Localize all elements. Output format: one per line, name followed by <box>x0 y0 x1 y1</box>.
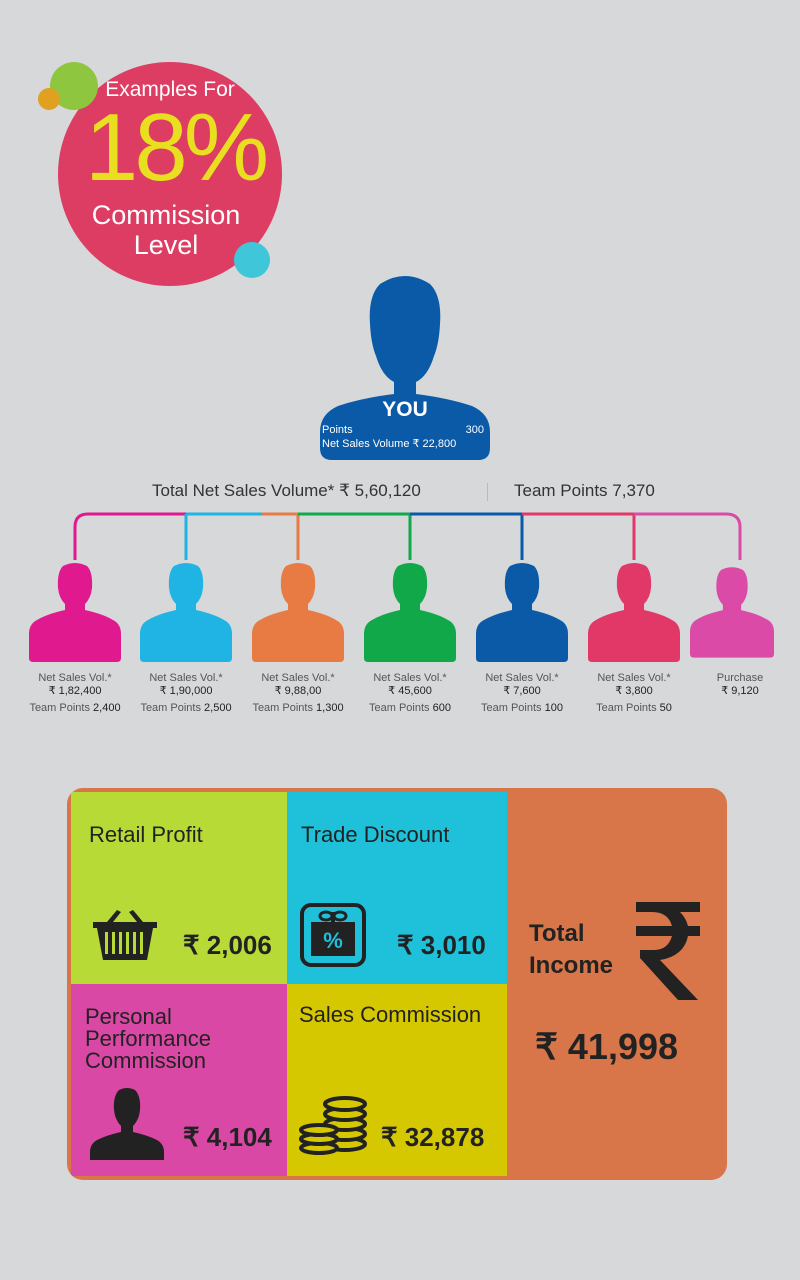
divider <box>487 483 488 501</box>
member-sales-label: Net Sales Vol.* <box>261 672 335 684</box>
personal-commission-card: Personal Performance Commission ₹ 4,104 <box>71 984 287 1176</box>
member-person-icon <box>140 563 232 662</box>
badge-line-level: Level <box>133 230 199 260</box>
coins-icon <box>299 1096 367 1155</box>
member-sales-label: Net Sales Vol.* <box>38 672 112 684</box>
member-team-points: Team Points 50 <box>578 702 690 714</box>
personal-commission-title: Personal Performance Commission <box>85 1004 211 1073</box>
member-sales-value: ₹ 9,88,00 <box>274 685 322 697</box>
member-team-points-value: 2,500 <box>204 702 232 714</box>
member-sales-label: Net Sales Vol.* <box>373 672 447 684</box>
member-team-points: Team Points 100 <box>466 702 578 714</box>
member-team-points-label: Team Points <box>369 702 430 714</box>
rupee-icon <box>636 902 700 1000</box>
member-person-icon <box>588 563 680 662</box>
retail-profit-amount: ₹ 2,006 <box>183 930 272 960</box>
badge-percent: 18% <box>84 94 269 201</box>
member-sales-label: Net Sales Vol.* <box>149 672 223 684</box>
member-team-points: Team Points 1,300 <box>242 702 354 714</box>
member-sales-label: Net Sales Vol.* <box>597 672 671 684</box>
discount-gift-icon: % <box>300 903 366 967</box>
member-person-icon <box>476 563 568 662</box>
member-team-points-label: Team Points <box>596 702 657 714</box>
person-icon <box>90 1088 164 1160</box>
member-sales-label: Purchase <box>716 672 764 684</box>
total-net-sales: Total Net Sales Volume* ₹ 5,60,120 <box>152 481 421 500</box>
badge-line-commission: Commission <box>91 200 241 230</box>
sales-commission-amount: ₹ 32,878 <box>381 1122 485 1152</box>
sales-commission-card: Sales Commission ₹ 32,878 <box>287 984 507 1176</box>
team-connector-lines <box>73 512 742 560</box>
member-person-icon <box>29 563 121 662</box>
member-sales-value: ₹ 1,82,400 <box>48 685 102 697</box>
member-team-points-label: Team Points <box>29 702 90 714</box>
total-income-title: Total Income <box>529 920 614 979</box>
member-sales-value: ₹ 45,600 <box>388 685 432 697</box>
member-team-points: Team Points 2,400 <box>19 702 131 714</box>
retail-profit-card: Retail Profit ₹ 2,006 <box>71 792 287 984</box>
member-team-points-value: 600 <box>432 702 451 714</box>
member-team-points-value: 50 <box>659 702 672 714</box>
trade-discount-title: Trade Discount <box>301 822 450 847</box>
personal-commission-amount: ₹ 4,104 <box>183 1122 272 1152</box>
member-sales-value: ₹ 3,800 <box>615 685 653 697</box>
member-team-points: Team Points 600 <box>354 702 466 714</box>
sales-commission-title: Sales Commission <box>299 1002 482 1027</box>
member-person-icon <box>690 567 774 658</box>
member-team-points: Team Points 2,500 <box>130 702 242 714</box>
member-person-icon <box>252 563 344 662</box>
trade-discount-card: Trade Discount % ₹ 3,010 <box>287 792 507 984</box>
you-title: YOU <box>382 398 428 421</box>
member-team-points-value: 1,300 <box>316 702 344 714</box>
you-net-sales: Net Sales Volume ₹ 22,800 <box>322 438 457 450</box>
total-income-amount: ₹ 41,998 <box>535 1026 679 1067</box>
member-person-icon <box>364 563 456 662</box>
basket-icon <box>93 910 157 960</box>
income-summary-box: Retail Profit ₹ 2,006 Trade Discount % ₹… <box>67 788 727 1180</box>
member-team-points-label: Team Points <box>481 702 542 714</box>
member-sales-label: Net Sales Vol.* <box>485 672 559 684</box>
you-points-label: Points <box>322 424 353 436</box>
team-points-total: Team Points 7,370 <box>514 481 655 500</box>
member-team-points-label: Team Points <box>252 702 313 714</box>
member-sales-value: ₹ 9,120 <box>721 685 759 697</box>
retail-profit-title: Retail Profit <box>89 822 203 847</box>
member-sales-value: ₹ 1,90,000 <box>159 685 213 697</box>
member-team-points-label: Team Points <box>140 702 201 714</box>
member-sales-value: ₹ 7,600 <box>503 685 541 697</box>
member-team-points-value: 100 <box>544 702 563 714</box>
member-team-points-value: 2,400 <box>93 702 121 714</box>
decorative-dot <box>38 88 60 110</box>
svg-text:%: % <box>323 928 343 953</box>
trade-discount-amount: ₹ 3,010 <box>397 930 486 960</box>
you-points-value: 300 <box>465 424 484 436</box>
